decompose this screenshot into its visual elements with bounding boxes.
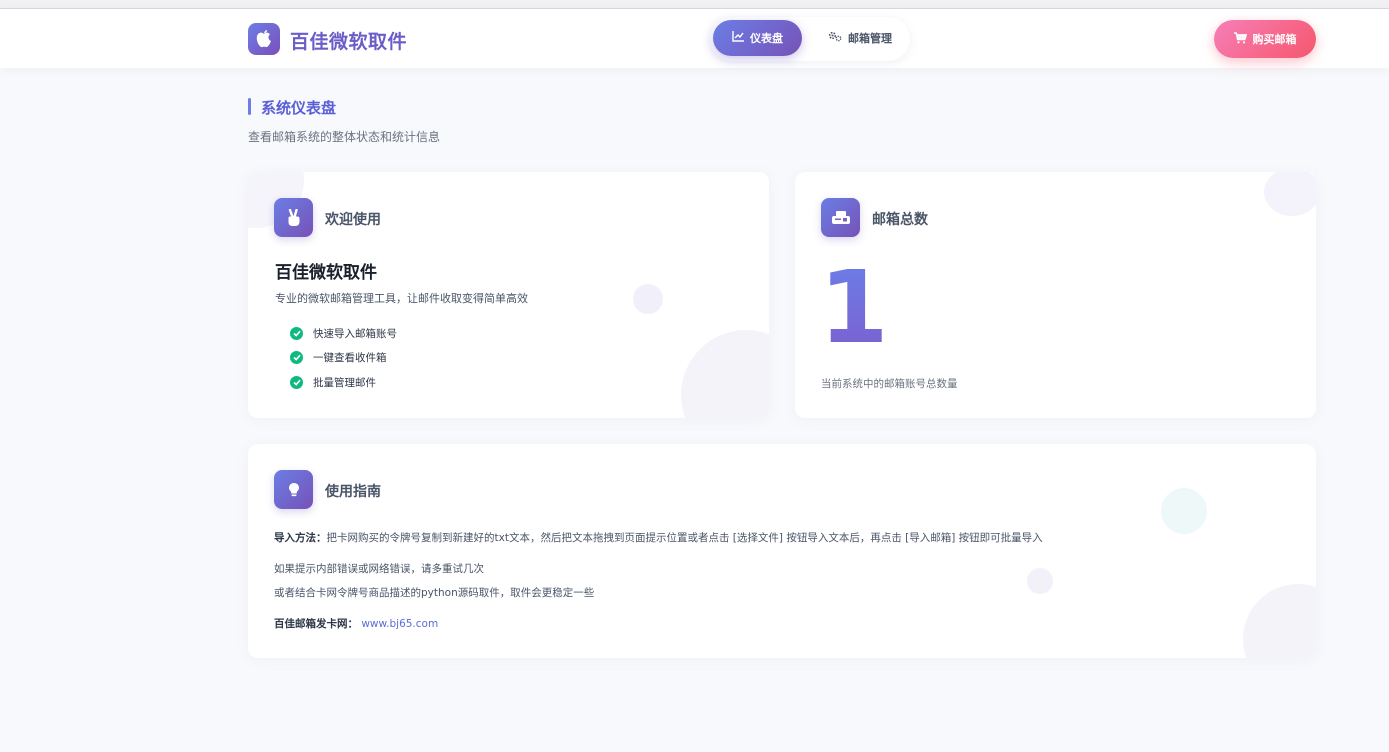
nav-mailbox-tab[interactable]: 邮箱管理 — [816, 20, 904, 56]
guide-site-label: 百佳邮箱发卡网： — [274, 618, 358, 630]
mailbox-total-description: 当前系统中的邮箱账号总数量 — [821, 378, 958, 390]
peace-hand-icon — [274, 198, 313, 237]
buy-mailbox-button[interactable]: 购买邮箱 — [1214, 20, 1316, 58]
deco-circle — [1243, 584, 1316, 658]
welcome-card: 欢迎使用 百佳微软取件 专业的微软邮箱管理工具，让邮件收取变得简单高效 快速导入… — [248, 172, 769, 418]
page-subtitle: 查看邮箱系统的整体状态和统计信息 — [248, 130, 441, 144]
deco-circle — [633, 284, 663, 314]
feature-item: 快速导入邮箱账号 — [290, 326, 397, 341]
guide-retry-tip: 如果提示内部错误或网络错误，请多重试几次 — [274, 563, 484, 575]
deco-circle — [1161, 488, 1207, 534]
lightbulb-icon — [274, 470, 313, 509]
feature-item: 批量管理邮件 — [290, 375, 376, 390]
check-circle-icon — [290, 327, 303, 340]
guide-site: 百佳邮箱发卡网： www.bj65.com — [274, 616, 438, 631]
guide-python-tip: 或者结合卡网令牌号商品描述的python源码取件，取件会更稳定一些 — [274, 587, 595, 599]
feature-label: 快速导入邮箱账号 — [313, 328, 397, 340]
gears-icon — [828, 31, 842, 45]
welcome-heading: 百佳微软取件 — [275, 263, 377, 283]
deco-circle — [1027, 568, 1053, 594]
guide-import-method: 导入方法：把卡网购买的令牌号复制到新建好的txt文本，然后把文本拖拽到页面提示位… — [274, 530, 1043, 545]
check-circle-icon — [290, 351, 303, 364]
guide-import-label: 导入方法： — [274, 532, 327, 544]
buy-mailbox-label: 购买邮箱 — [1252, 33, 1297, 46]
cart-icon — [1233, 31, 1247, 47]
nav-dashboard-tab[interactable]: 仪表盘 — [713, 20, 802, 56]
mailbox-total-card: 邮箱总数 1 当前系统中的邮箱账号总数量 — [795, 172, 1316, 418]
welcome-card-title: 欢迎使用 — [325, 212, 381, 228]
page-title-accent — [248, 98, 251, 115]
mailbox-total-value: 1 — [819, 249, 889, 366]
site-link[interactable]: www.bj65.com — [361, 618, 438, 630]
top-header: 百佳微软取件 仪表盘 邮箱管理 购买邮箱 — [0, 9, 1389, 68]
guide-import-text: 把卡网购买的令牌号复制到新建好的txt文本，然后把文本拖拽到页面提示位置或者点击… — [326, 532, 1043, 544]
chart-line-icon — [732, 31, 744, 45]
welcome-description: 专业的微软邮箱管理工具，让邮件收取变得简单高效 — [275, 292, 528, 305]
nav-mailbox-label: 邮箱管理 — [848, 32, 892, 45]
nav-dashboard-label: 仪表盘 — [750, 32, 783, 45]
feature-label: 一键查看收件箱 — [313, 352, 387, 364]
mailbox-icon — [821, 198, 860, 237]
page-title: 系统仪表盘 — [261, 99, 337, 117]
check-circle-icon — [290, 376, 303, 389]
deco-circle — [1264, 172, 1316, 216]
browser-top-line — [0, 0, 1389, 9]
usage-guide-card: 使用指南 导入方法：把卡网购买的令牌号复制到新建好的txt文本，然后把文本拖拽到… — [248, 444, 1316, 658]
main-nav: 仪表盘 邮箱管理 — [710, 17, 910, 61]
usage-guide-title: 使用指南 — [325, 484, 381, 500]
feature-item: 一键查看收件箱 — [290, 350, 387, 365]
deco-circle — [681, 330, 769, 418]
apple-logo-icon[interactable] — [248, 23, 280, 55]
mailbox-total-title: 邮箱总数 — [872, 212, 928, 228]
feature-label: 批量管理邮件 — [313, 377, 376, 389]
brand-title[interactable]: 百佳微软取件 — [290, 27, 407, 54]
